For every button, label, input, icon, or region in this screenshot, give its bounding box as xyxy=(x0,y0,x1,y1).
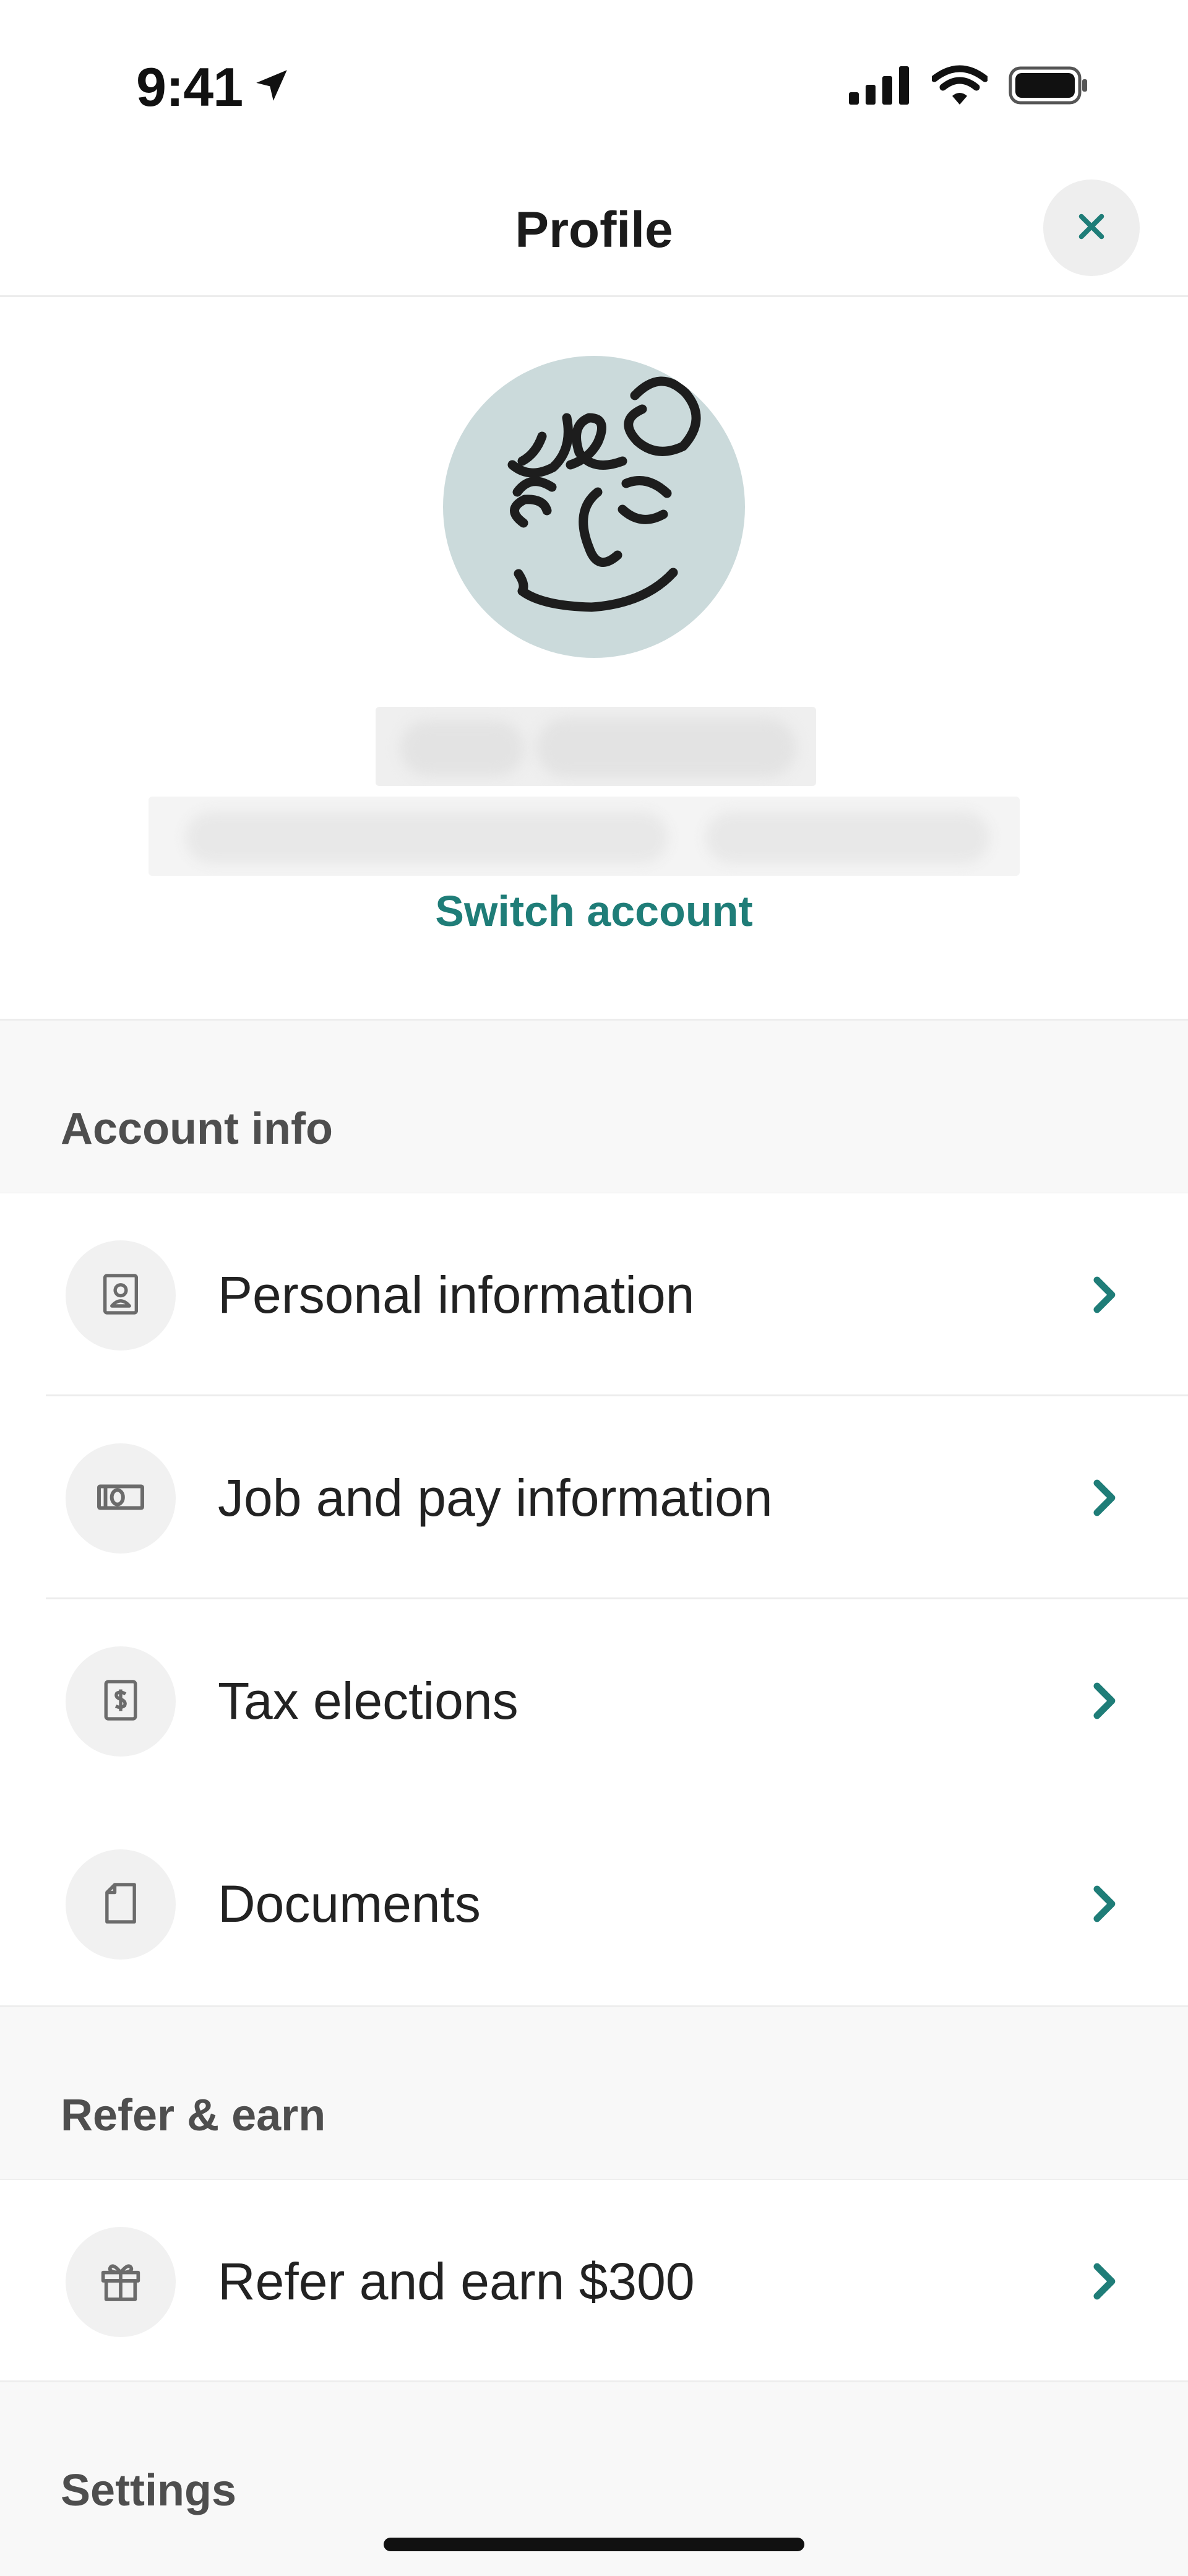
chevron-right-icon xyxy=(1084,1675,1124,1727)
chevron-right-icon xyxy=(1084,1472,1124,1524)
battery-icon xyxy=(1009,66,1089,108)
row-icon-container xyxy=(66,1443,176,1554)
section-header-account-info: Account info xyxy=(0,1019,1188,1195)
close-button[interactable] xyxy=(1043,179,1140,276)
profile-screen: 9:41 Profile Switch account Account info… xyxy=(0,0,1188,2576)
list-item-label: Refer and earn $300 xyxy=(218,2252,695,2310)
row-icon-container xyxy=(66,2227,176,2337)
banknote-icon xyxy=(95,1471,147,1526)
top-nav-bar: Profile xyxy=(0,173,1188,297)
chevron-right-icon xyxy=(1084,2255,1124,2307)
location-arrow-icon xyxy=(251,56,292,119)
section-header-refer-earn: Refer & earn xyxy=(0,2005,1188,2181)
row-icon-container xyxy=(66,1849,176,1960)
list-item-refer-and-earn[interactable]: Refer and earn $300 xyxy=(0,2180,1188,2383)
list-item-documents[interactable]: Documents xyxy=(0,1802,1188,2005)
list-item-label: Job and pay information xyxy=(218,1469,773,1527)
status-bar: 9:41 xyxy=(0,0,1188,173)
section-label-account-info: Account info xyxy=(61,1104,333,1154)
list-item-label: Personal information xyxy=(218,1266,695,1324)
document-icon xyxy=(97,1877,144,1932)
redacted-name xyxy=(376,707,816,786)
cellular-signal-icon xyxy=(849,66,911,108)
list-item-job-and-pay-information[interactable]: Job and pay information xyxy=(0,1396,1188,1599)
section-label-settings: Settings xyxy=(61,2466,237,2515)
avatar xyxy=(443,356,745,658)
page-title: Profile xyxy=(515,202,673,258)
face-drawing-icon xyxy=(507,376,701,612)
row-icon-container xyxy=(66,1240,176,1351)
chevron-right-icon xyxy=(1084,1878,1124,1930)
status-time-text: 9:41 xyxy=(136,56,243,118)
dollar-document-icon xyxy=(97,1675,144,1728)
list-item-label: Documents xyxy=(218,1875,481,1933)
status-indicators xyxy=(849,65,1089,109)
row-icon-container xyxy=(66,1646,176,1757)
section-label-refer-earn: Refer & earn xyxy=(61,2091,326,2140)
home-indicator[interactable] xyxy=(384,2538,804,2551)
list-item-personal-information[interactable]: Personal information xyxy=(0,1193,1188,1396)
switch-account-link[interactable]: Switch account xyxy=(0,886,1188,936)
wifi-icon xyxy=(931,65,989,109)
gift-icon xyxy=(96,2256,145,2309)
list-item-tax-elections[interactable]: Tax elections xyxy=(0,1599,1188,1802)
redacted-email xyxy=(148,797,1020,876)
status-time: 9:41 xyxy=(136,56,292,119)
contact-card-icon xyxy=(97,1269,144,1322)
close-icon xyxy=(1074,209,1109,247)
chevron-right-icon xyxy=(1084,1269,1124,1321)
list-item-label: Tax elections xyxy=(218,1672,519,1730)
